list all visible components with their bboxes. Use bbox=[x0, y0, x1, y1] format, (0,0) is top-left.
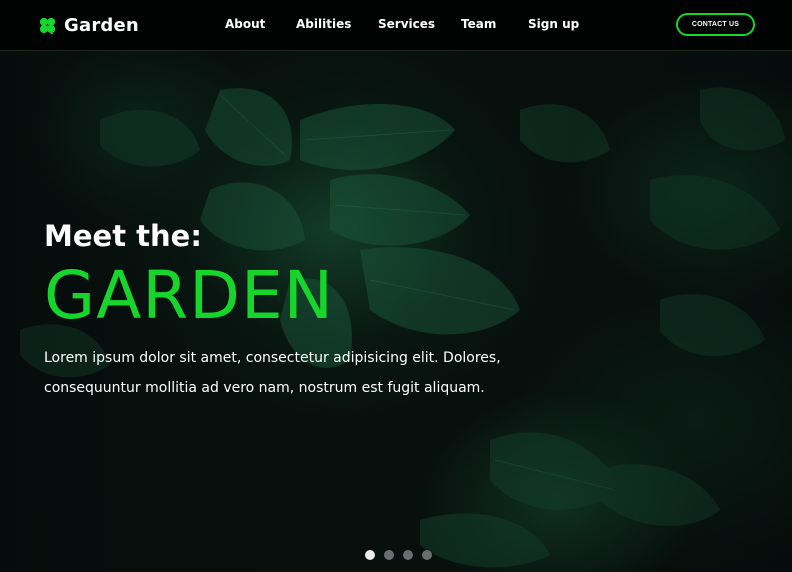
clover-icon bbox=[39, 17, 56, 35]
nav-link-team[interactable]: Team bbox=[461, 17, 496, 31]
carousel-dot[interactable] bbox=[403, 550, 413, 560]
hero-kicker: Meet the: bbox=[44, 219, 202, 253]
hero-title: GARDEN bbox=[44, 257, 335, 334]
carousel-dot[interactable] bbox=[365, 550, 375, 560]
carousel-indicators bbox=[365, 550, 441, 560]
brand-logo[interactable]: Garden bbox=[38, 14, 139, 36]
nav-link-sign-up[interactable]: Sign up bbox=[528, 17, 579, 31]
carousel-dot[interactable] bbox=[384, 550, 394, 560]
nav-link-services[interactable]: Services bbox=[378, 17, 435, 31]
hero-description: Lorem ipsum dolor sit amet, consectetur … bbox=[44, 350, 501, 396]
top-navbar: Garden About Abilities Services Team Sig… bbox=[0, 0, 792, 51]
nav-link-about[interactable]: About bbox=[225, 17, 265, 31]
carousel-dot[interactable] bbox=[422, 550, 432, 560]
nav-link-abilities[interactable]: Abilities bbox=[296, 17, 351, 31]
brand-name: Garden bbox=[64, 14, 139, 36]
contact-us-button[interactable]: CONTACT US bbox=[676, 13, 755, 36]
